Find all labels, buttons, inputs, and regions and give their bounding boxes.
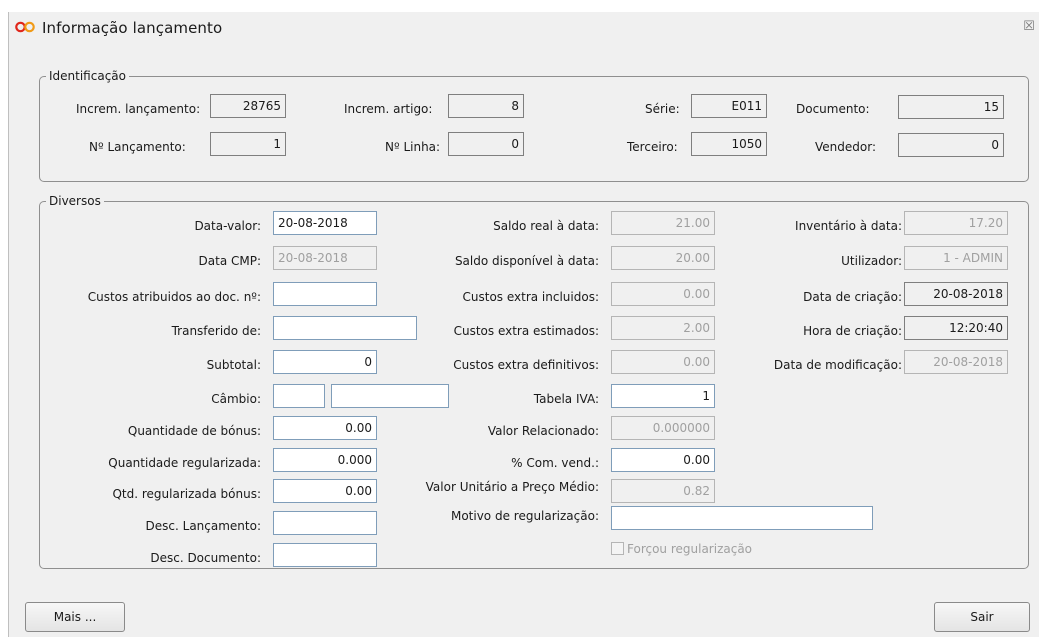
hora-criacao-field[interactable]: 12:20:40 — [904, 316, 1008, 340]
increm-artigo-label: Increm. artigo: — [344, 102, 433, 116]
quantidade-bonus-label: Quantidade de bónus: — [127, 424, 261, 438]
terceiro-field[interactable]: 1050 — [691, 132, 767, 156]
desc-lancamento-label: Desc. Lançamento: — [145, 519, 261, 533]
valor-unitario-label: Valor Unitário a Preço Médio: — [425, 480, 599, 494]
inventario-label: Inventário à data: — [795, 219, 902, 233]
valor-unitario-field[interactable]: 0.82 — [611, 479, 715, 503]
increm-lancamento-label: Increm. lançamento: — [76, 102, 201, 116]
motivo-regularizacao-label: Motivo de regularização: — [450, 509, 599, 523]
serie-field[interactable]: E011 — [691, 94, 767, 118]
cambio-label: Câmbio: — [211, 392, 261, 406]
custos-atribuidos-field[interactable] — [273, 282, 377, 306]
documento-label: Documento: — [796, 102, 870, 116]
transferido-de-field[interactable] — [273, 316, 417, 340]
custos-extra-definitivos-label: Custos extra definitivos: — [453, 358, 599, 372]
com-vend-label: % Com. vend.: — [511, 456, 599, 470]
data-criacao-field[interactable]: 20-08-2018 — [904, 282, 1008, 306]
data-valor-label: Data-valor: — [194, 219, 261, 233]
subtotal-field[interactable]: 0 — [273, 350, 377, 374]
tabela-iva-field[interactable]: 1 — [611, 384, 715, 408]
cambio-currency-field[interactable] — [273, 384, 325, 408]
custos-extra-estimados-label: Custos extra estimados: — [453, 324, 599, 338]
custos-extra-estimados-field[interactable]: 2.00 — [611, 316, 715, 340]
identificacao-legend: Identificação — [46, 68, 129, 84]
forcou-regularizacao-label: Forçou regularização — [627, 542, 753, 556]
vendedor-field[interactable]: 0 — [898, 133, 1004, 157]
subtotal-label: Subtotal: — [206, 358, 261, 372]
qtd-regularizada-bonus-field[interactable]: 0.00 — [273, 479, 377, 503]
desc-lancamento-field[interactable] — [273, 511, 377, 535]
utilizador-field[interactable]: 1 - ADMIN — [904, 246, 1008, 270]
inventario-field[interactable]: 17.20 — [904, 211, 1008, 235]
n-lancamento-label: Nº Lançamento: — [89, 140, 186, 154]
motivo-regularizacao-field[interactable] — [611, 506, 873, 530]
increm-artigo-field[interactable]: 8 — [448, 94, 524, 118]
hora-criacao-label: Hora de criação: — [803, 324, 902, 338]
mais-button[interactable]: Mais ... — [25, 602, 125, 632]
quantidade-bonus-field[interactable]: 0.00 — [273, 416, 377, 440]
qtd-regularizada-bonus-label: Qtd. regularizada bónus: — [112, 487, 261, 501]
n-linha-label: Nº Linha: — [385, 140, 441, 154]
utilizador-label: Utilizador: — [841, 254, 902, 268]
sair-button[interactable]: Sair — [934, 602, 1030, 632]
data-cmp-field[interactable]: 20-08-2018 — [273, 246, 377, 270]
terceiro-label: Terceiro: — [627, 140, 678, 154]
data-cmp-label: Data CMP: — [198, 254, 261, 268]
saldo-disponivel-field[interactable]: 20.00 — [611, 246, 715, 270]
custos-atribuidos-label: Custos atribuidos ao doc. nº: — [87, 290, 261, 304]
saldo-real-label: Saldo real à data: — [493, 219, 599, 233]
data-valor-field[interactable]: 20-08-2018 — [273, 211, 377, 235]
transferido-de-label: Transferido de: — [171, 324, 261, 338]
infinity-logo-icon — [15, 21, 35, 33]
desc-documento-field[interactable] — [273, 543, 377, 567]
saldo-disponivel-label: Saldo disponível à data: — [454, 254, 599, 268]
tabela-iva-label: Tabela IVA: — [533, 392, 599, 406]
custos-extra-definitivos-field[interactable]: 0.00 — [611, 350, 715, 374]
forcou-regularizacao-checkbox[interactable] — [611, 542, 624, 555]
custos-extra-incluidos-field[interactable]: 0.00 — [611, 282, 715, 306]
diversos-legend: Diversos — [46, 193, 104, 209]
desc-documento-label: Desc. Documento: — [150, 551, 261, 565]
cambio-rate-field[interactable] — [331, 384, 449, 408]
serie-label: Série: — [645, 102, 680, 116]
n-linha-field[interactable]: 0 — [448, 132, 524, 156]
window-title: Informação lançamento — [42, 19, 223, 37]
increm-lancamento-field[interactable]: 28765 — [210, 94, 286, 118]
dialog-window: Informação lançamento ☒ Identificação In… — [8, 12, 1039, 637]
documento-field[interactable]: 15 — [898, 95, 1004, 119]
identificacao-group: Identificação — [39, 68, 1029, 182]
close-icon[interactable]: ☒ — [1020, 18, 1038, 36]
data-modificacao-field[interactable]: 20-08-2018 — [904, 350, 1008, 374]
quantidade-regularizada-field[interactable]: 0.000 — [273, 448, 377, 472]
data-criacao-label: Data de criação: — [803, 290, 902, 304]
vendedor-label: Vendedor: — [815, 140, 876, 154]
valor-relacionado-label: Valor Relacionado: — [487, 424, 599, 438]
data-modificacao-label: Data de modificação: — [773, 358, 902, 372]
quantidade-regularizada-label: Quantidade regularizada: — [108, 456, 261, 470]
valor-relacionado-field[interactable]: 0.000000 — [611, 416, 715, 440]
title-bar: Informação lançamento ☒ — [9, 12, 1039, 46]
com-vend-field[interactable]: 0.00 — [611, 448, 715, 472]
n-lancamento-field[interactable]: 1 — [210, 132, 286, 156]
saldo-real-field[interactable]: 21.00 — [611, 211, 715, 235]
custos-extra-incluidos-label: Custos extra incluidos: — [462, 290, 600, 304]
